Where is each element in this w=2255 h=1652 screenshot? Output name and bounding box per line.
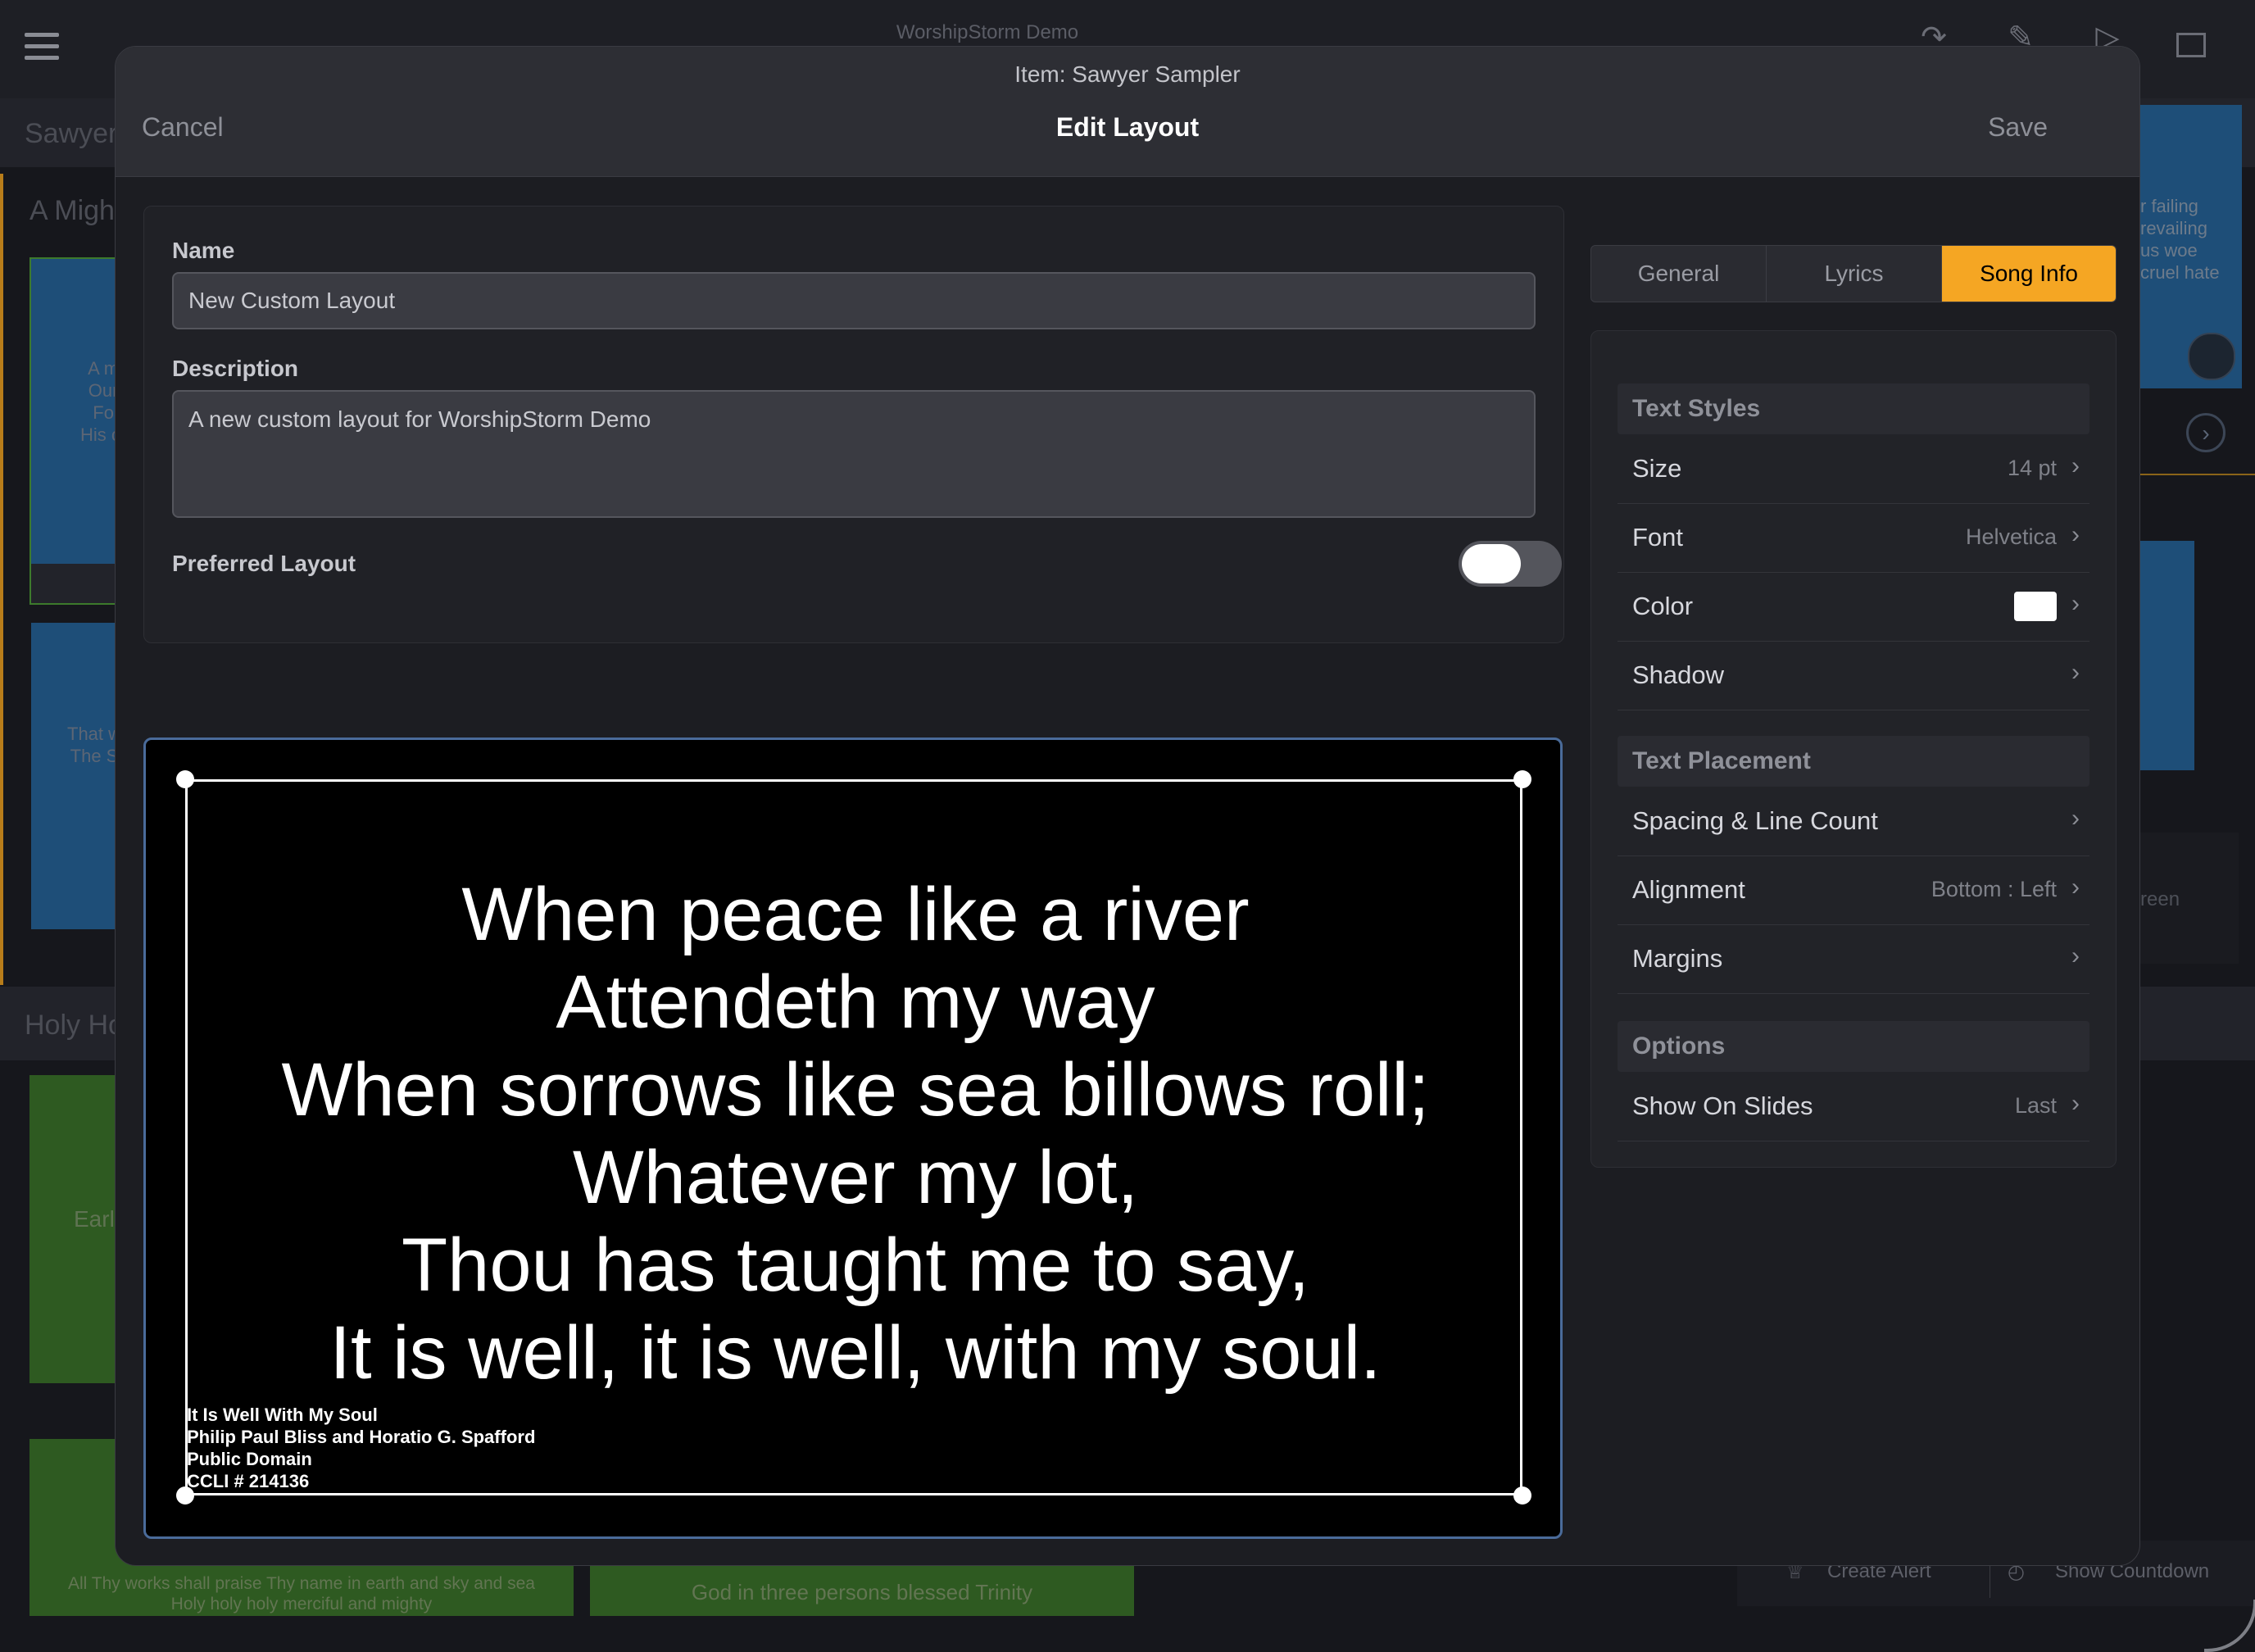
description-textarea[interactable]: A new custom layout for WorshipStorm Dem… <box>172 390 1536 518</box>
item-title: Item: Sawyer Sampler <box>1014 61 1241 87</box>
color-swatch <box>2014 592 2057 621</box>
resize-handle-icon[interactable] <box>2204 1600 2255 1652</box>
song-title-mighty: A Migh <box>29 195 115 226</box>
font-value: Helvetica <box>1965 524 2057 549</box>
section-title-sawyer: Sawyer <box>25 118 118 149</box>
resize-handle-top-left[interactable] <box>176 770 194 788</box>
section-title: Options <box>1632 1032 1726 1060</box>
section-text-placement: Text Placement <box>1618 736 2089 787</box>
preferred-layout-toggle[interactable] <box>1459 541 1562 587</box>
slide-thumbnail[interactable] <box>2140 541 2194 770</box>
chevron-right-icon: › <box>2071 874 2080 901</box>
edit-layout-dialog: Item: Sawyer Sampler Edit Layout Cancel … <box>115 46 2140 1566</box>
cancel-button[interactable]: Cancel <box>142 112 224 143</box>
app-title: WorshipStorm Demo <box>896 21 1079 43</box>
spacing-label: Spacing & Line Count <box>1632 806 1878 835</box>
song-info-settings: Text Styles Size 14 pt › Font Helvetica … <box>1590 330 2117 1168</box>
size-value: 14 pt <box>2007 456 2057 480</box>
show-on-slides-row[interactable]: Show On Slides Last › <box>1618 1072 2089 1141</box>
layout-details-card: Name Description A new custom layout for… <box>143 206 1564 643</box>
screen-icon[interactable] <box>2176 33 2206 57</box>
shadow-label: Shadow <box>1632 660 1725 689</box>
selection-bar <box>0 174 3 985</box>
slide-thumbnail[interactable]: God in three persons blessed Trinity <box>590 1565 1134 1616</box>
chevron-right-icon: › <box>2071 659 2080 686</box>
screen-label: reen <box>2140 888 2180 910</box>
size-row[interactable]: Size 14 pt › <box>1618 434 2089 504</box>
alignment-row[interactable]: Alignment Bottom : Left › <box>1618 856 2089 925</box>
show-on-slides-label: Show On Slides <box>1632 1092 1813 1120</box>
section-title: Text Styles <box>1632 395 1761 422</box>
slide-thumbnail[interactable]: That w The S <box>31 623 125 929</box>
resize-handle-bottom-right[interactable] <box>1513 1486 1531 1504</box>
chevron-right-icon[interactable]: › <box>2186 413 2226 452</box>
section-title-holy: Holy Ho <box>25 1010 124 1041</box>
settings-tabs: General Lyrics Song Info <box>1590 245 2117 302</box>
chevron-right-icon: › <box>2071 521 2080 548</box>
section-options: Options <box>1618 1021 2089 1072</box>
shadow-row[interactable]: Shadow › <box>1618 641 2089 710</box>
size-label: Size <box>1632 454 1682 483</box>
text-bounding-box[interactable] <box>185 779 1522 1495</box>
chevron-right-icon: › <box>2071 942 2080 969</box>
layout-preview[interactable]: When peace like a river Attendeth my way… <box>143 738 1563 1539</box>
show-on-slides-value: Last <box>2014 1093 2057 1118</box>
tab-song-info[interactable]: Song Info <box>1942 246 2116 302</box>
description-label: Description <box>172 356 299 381</box>
tab-general[interactable]: General <box>1591 246 1766 302</box>
slide-thumbnail[interactable]: A m Our Fo His cr <box>29 257 126 605</box>
chevron-right-icon: › <box>2071 590 2080 617</box>
chevron-right-icon: › <box>2071 1090 2080 1117</box>
color-row[interactable]: Color › <box>1618 572 2089 642</box>
slide-thumbnail[interactable]: Earl <box>29 1075 123 1383</box>
screen-panel: reen <box>2140 833 2239 964</box>
toggle-knob <box>1462 544 1521 583</box>
preferred-layout-label: Preferred Layout <box>172 551 356 576</box>
section-text-styles: Text Styles <box>1618 384 2089 434</box>
dialog-title: Edit Layout <box>1055 112 1200 142</box>
dialog-header: Item: Sawyer Sampler Edit Layout Cancel … <box>116 47 2139 177</box>
live-slide-thumbnail[interactable]: r failing revailing us woe cruel hate <box>2140 105 2242 388</box>
alignment-label: Alignment <box>1632 875 1745 904</box>
slide-text: God in three persons blessed Trinity <box>691 1580 1033 1604</box>
font-row[interactable]: Font Helvetica › <box>1618 503 2089 573</box>
tab-lyrics[interactable]: Lyrics <box>1767 246 1941 302</box>
slide-text: That w The S <box>67 724 121 766</box>
chevron-right-icon: › <box>2071 805 2080 832</box>
alignment-value: Bottom : Left <box>1931 877 2057 901</box>
section-title: Text Placement <box>1632 747 1811 774</box>
save-button[interactable]: Save <box>1988 112 2048 143</box>
chevron-right-icon: › <box>2071 452 2080 479</box>
slide-text: All Thy works shall praise Thy name in e… <box>67 1574 535 1613</box>
margins-label: Margins <box>1632 944 1723 973</box>
resize-handle-top-right[interactable] <box>1513 770 1531 788</box>
expand-icon[interactable] <box>2188 333 2235 380</box>
name-input[interactable] <box>172 272 1536 329</box>
spacing-row[interactable]: Spacing & Line Count › <box>1618 787 2089 856</box>
slide-text: Earl <box>74 1206 115 1232</box>
margins-row[interactable]: Margins › <box>1618 924 2089 994</box>
font-label: Font <box>1632 523 1684 551</box>
slide-text: r failing revailing us woe cruel hate <box>2140 196 2220 283</box>
resize-handle-bottom-left[interactable] <box>176 1486 194 1504</box>
name-label: Name <box>172 238 235 263</box>
color-label: Color <box>1632 592 1694 620</box>
